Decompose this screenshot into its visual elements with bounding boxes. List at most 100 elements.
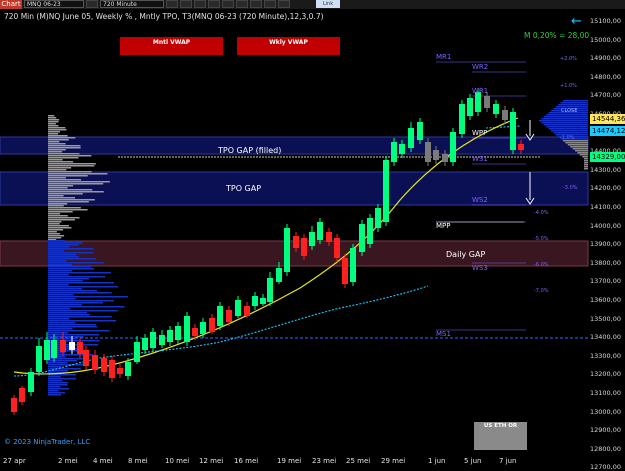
indicator-value: M 0,20% = 28,00 <box>524 31 590 40</box>
candle-body <box>502 110 508 120</box>
volume-profile-bar <box>48 199 95 201</box>
price-axis-label: 13700,00 <box>590 277 622 286</box>
right-volume-profile-bar <box>560 102 588 104</box>
level-ws3: WS3 <box>472 264 488 272</box>
volume-profile-bar <box>48 254 77 256</box>
price-axis-label: 14200,00 <box>590 184 622 193</box>
candle-body <box>493 104 499 114</box>
candle-body <box>383 160 389 222</box>
pct-label: +1.0% <box>560 83 577 89</box>
volume-profile-bar <box>48 266 92 268</box>
volume-profile-bar <box>48 147 81 149</box>
volume-profile-bar <box>48 272 112 274</box>
volume-profile-bar <box>48 129 67 131</box>
volume-profile-bar <box>48 298 76 300</box>
price-axis-label: 14900,00 <box>590 54 622 63</box>
back-arrow-icon[interactable]: ← <box>571 14 582 29</box>
volume-profile-bar <box>48 324 97 326</box>
volume-profile-bar <box>48 221 62 223</box>
mntly-vwap-button[interactable]: Mntl VWAP <box>120 37 223 55</box>
volume-profile-bar <box>48 302 104 304</box>
right-volume-profile-bar <box>584 164 588 166</box>
volume-profile-bar <box>48 237 62 239</box>
candle-body <box>109 360 115 378</box>
volume-profile-bar <box>48 290 98 292</box>
candle-body <box>350 248 356 282</box>
candle-body <box>342 258 348 284</box>
volume-profile-bar <box>48 131 60 133</box>
candle-body <box>184 316 190 342</box>
candle-body <box>200 322 206 334</box>
candle-body <box>510 112 516 150</box>
candle-body <box>125 362 131 376</box>
us-eth-or-button[interactable]: US ETH OR <box>474 422 527 450</box>
candle-body <box>359 224 365 252</box>
volume-profile-bar <box>48 318 70 320</box>
volume-profile-bar <box>48 149 66 151</box>
wkly-vwap-button[interactable]: Wkly VWAP <box>237 37 340 55</box>
candle-body <box>134 342 140 362</box>
right-volume-profile-bar <box>551 130 588 132</box>
date-axis-label: 4 mei <box>93 457 113 465</box>
right-volume-profile-bar <box>579 154 588 156</box>
date-axis-label: 10 mei <box>165 457 190 465</box>
volume-profile-bar <box>48 278 89 280</box>
right-volume-profile-bar <box>584 166 588 168</box>
candle-body <box>235 300 241 316</box>
tpo-gap-label: TPO GAP <box>226 184 262 193</box>
volume-profile-bar <box>48 252 94 254</box>
volume-profile-bar <box>48 276 106 278</box>
right-volume-profile-bar <box>565 142 588 144</box>
volume-profile-bar <box>48 177 66 179</box>
right-volume-profile-bar <box>563 100 588 102</box>
volume-profile-bar <box>48 382 69 384</box>
candle-body <box>60 340 66 352</box>
candle-body <box>11 398 17 412</box>
candle-body <box>209 318 215 332</box>
chart-canvas[interactable] <box>0 0 625 467</box>
volume-profile-bar <box>48 155 92 157</box>
volume-profile-bar <box>48 119 60 121</box>
price-axis-label: 13300,00 <box>590 351 622 360</box>
pct-label: -3.0% <box>563 185 578 191</box>
volume-profile-bar <box>48 195 64 197</box>
volume-profile-bar <box>48 143 66 145</box>
volume-profile-bar <box>48 141 60 143</box>
right-volume-profile-bar <box>584 160 588 162</box>
volume-profile-bar <box>48 256 79 258</box>
price-axis-label: 14800,00 <box>590 72 622 81</box>
volume-profile-bar <box>48 151 63 153</box>
volume-profile-bar <box>48 135 68 137</box>
volume-profile-bar <box>48 181 110 183</box>
right-volume-profile-bar <box>541 118 588 120</box>
volume-profile-bar <box>48 225 69 227</box>
volume-profile-bar <box>48 167 72 169</box>
level-mr1: MR1 <box>436 53 452 61</box>
volume-profile-bar <box>48 246 70 248</box>
level-wr2: WR2 <box>472 63 489 71</box>
price-axis-label: 13200,00 <box>590 370 622 379</box>
volume-profile-bar <box>48 153 80 155</box>
volume-profile-bar <box>48 294 74 296</box>
volume-profile-bar <box>48 203 68 205</box>
candle-body <box>408 128 414 148</box>
date-axis-label: 1 jun <box>428 457 446 465</box>
volume-profile-bar <box>48 207 81 209</box>
candle-body <box>69 342 75 350</box>
level-ws2: WS2 <box>472 196 488 204</box>
volume-profile-bar <box>48 274 69 276</box>
right-volume-profile-bar <box>572 148 588 150</box>
date-axis-label: 5 jun <box>464 457 482 465</box>
candle-body <box>252 296 258 306</box>
volume-profile-bar <box>48 244 79 246</box>
right-volume-profile-bar <box>570 146 588 148</box>
volume-profile-bar <box>48 310 118 312</box>
date-axis-label: 2 mei <box>58 457 78 465</box>
candle-body <box>475 92 481 112</box>
candle-body <box>425 142 431 162</box>
volume-profile-bar <box>48 240 65 242</box>
candle-body <box>51 340 57 358</box>
candle-body <box>192 328 198 336</box>
volume-profile-bar <box>48 286 119 288</box>
volume-profile-bar <box>48 115 55 117</box>
